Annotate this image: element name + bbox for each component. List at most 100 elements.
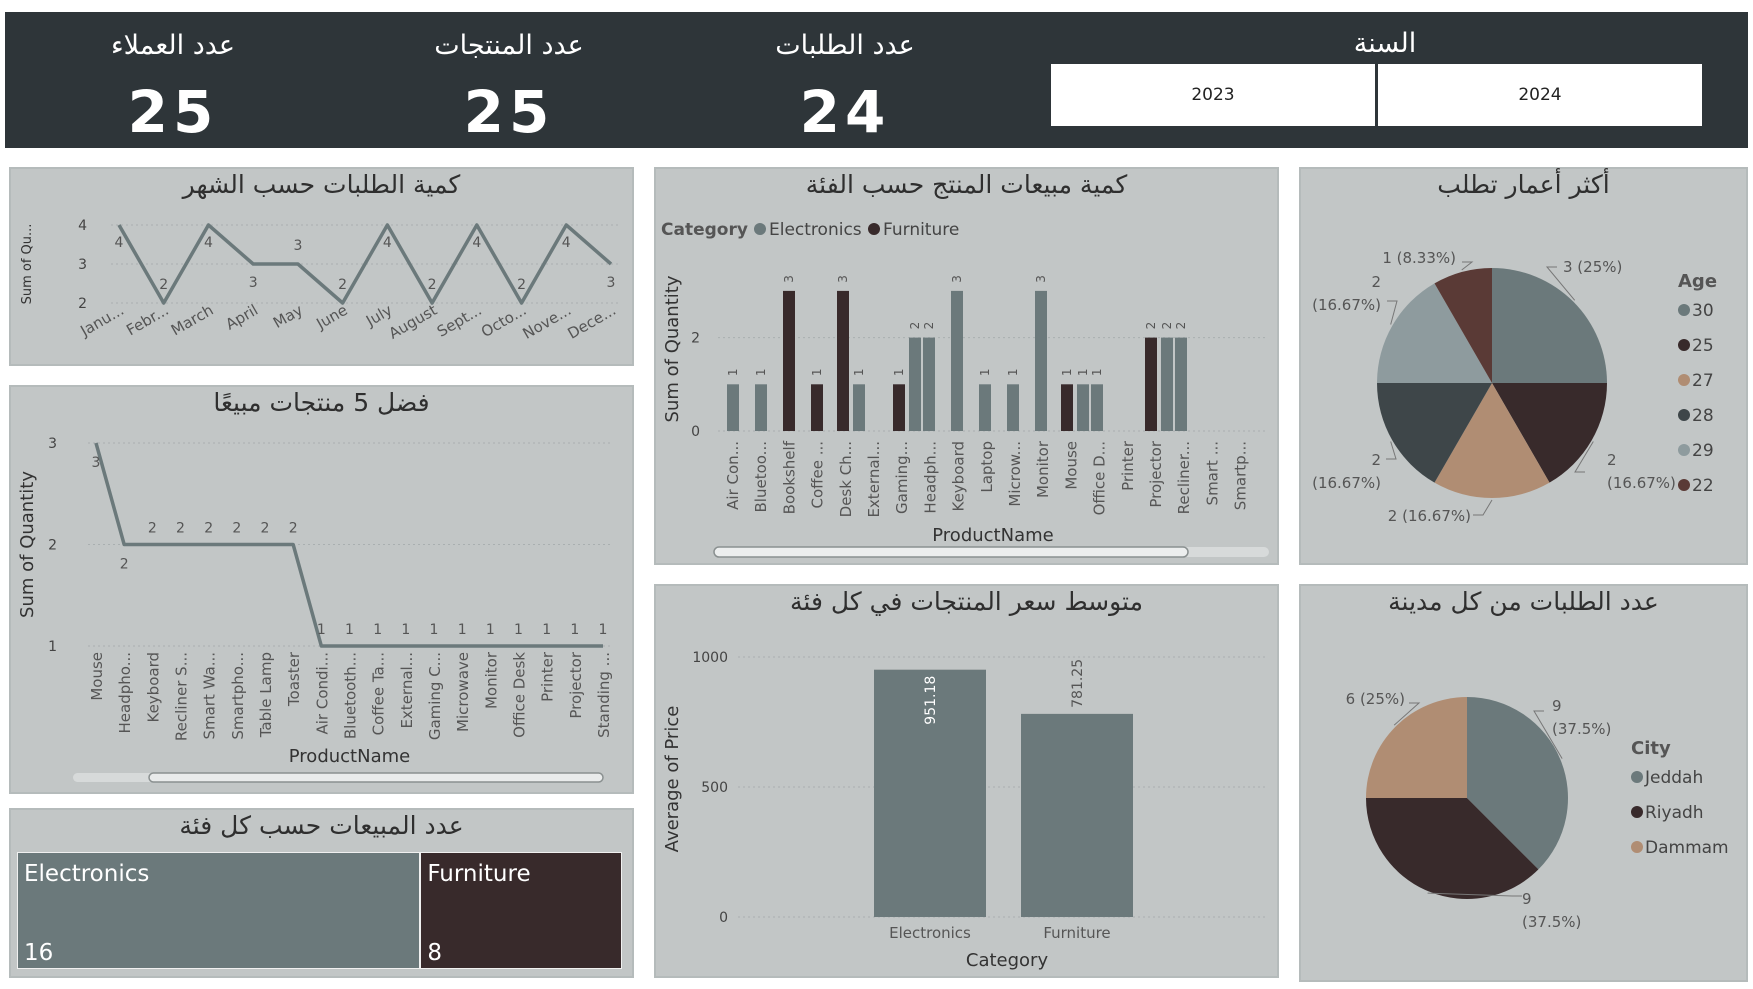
data-label: 1 — [345, 622, 354, 638]
data-label: 1 — [852, 368, 866, 376]
kpi-label: عدد العملاء — [110, 30, 236, 61]
y-tick-label: 2 — [691, 331, 700, 347]
y-axis-title: Sum of Quantity — [17, 471, 38, 618]
data-label: 1 — [430, 622, 439, 638]
y-tick-label: 2 — [78, 296, 87, 312]
legend-label: 22 — [1692, 476, 1714, 496]
data-label: (16.67%) — [1312, 474, 1381, 492]
data-label: 1 — [401, 622, 410, 638]
x-tick-label: Keyboard — [144, 652, 162, 723]
legend-title: Age — [1678, 271, 1717, 292]
data-label: 2 — [204, 521, 213, 537]
legend-marker — [1678, 339, 1690, 351]
data-label: 1 — [1076, 368, 1090, 376]
treemap-tile[interactable]: Furniture 8 — [420, 852, 622, 969]
data-label: 2 — [1144, 322, 1158, 330]
x-tick-label: May — [270, 301, 306, 332]
y-tick-label: 2 — [48, 538, 57, 554]
bar — [727, 384, 739, 431]
bar — [1061, 384, 1073, 431]
y-tick-label: 1000 — [692, 650, 728, 666]
data-label: 4 — [562, 235, 571, 251]
data-label: 2 — [1607, 451, 1617, 469]
x-tick-label: Headpho... — [116, 652, 134, 733]
data-label: 1 — [542, 622, 551, 638]
data-label: 2 — [289, 521, 298, 537]
data-label: 1 — [514, 622, 523, 638]
kpi-value: 25 — [127, 78, 219, 146]
leader-line — [1473, 499, 1493, 516]
data-label: 2 — [176, 521, 185, 537]
x-tick-label: Nove... — [520, 301, 575, 343]
data-label: 3 — [293, 238, 302, 254]
x-tick-label: Bookshelf — [780, 440, 798, 514]
scrollbar-thumb[interactable] — [713, 546, 1189, 558]
kpi-label: عدد المنتجات — [434, 30, 584, 61]
pie-slice — [1492, 268, 1607, 383]
bar — [1091, 384, 1103, 431]
legend-label: 28 — [1692, 406, 1714, 426]
x-tick-label: Microwave — [454, 652, 472, 732]
data-label: 1 — [892, 368, 906, 376]
kpi-value: 25 — [463, 78, 555, 146]
data-label: 2 — [1174, 322, 1188, 330]
data-label: 2 — [261, 521, 270, 537]
x-tick-label: Mouse — [88, 652, 106, 701]
data-label: 9 — [1552, 697, 1562, 715]
x-tick-label: Recliner S... — [173, 652, 191, 741]
data-label: 781.25 — [1070, 659, 1086, 708]
y-tick-label: 3 — [78, 257, 87, 273]
bar — [1175, 337, 1187, 431]
bar — [893, 384, 905, 431]
bar — [1161, 337, 1173, 431]
kpi-orders: عدد الطلبات 24 — [715, 12, 975, 146]
x-axis-title: Category — [966, 950, 1049, 971]
legend-marker — [1678, 444, 1690, 456]
legend-marker — [868, 223, 880, 235]
legend-marker — [1678, 304, 1690, 316]
data-label: 9 — [1522, 890, 1532, 908]
kpi-label: عدد الطلبات — [775, 30, 915, 61]
y-axis-title: Sum of Quantity — [662, 275, 683, 422]
x-tick-label: Smartp... — [1232, 441, 1250, 510]
data-label: 2 — [338, 277, 347, 293]
x-tick-label: External... — [865, 441, 883, 518]
x-tick-label: Toaster — [285, 651, 303, 707]
pie-slice — [1366, 697, 1467, 798]
data-label: 3 — [607, 275, 616, 291]
data-label: 1 — [754, 368, 768, 376]
treemap-tile-label: Electronics — [24, 861, 150, 887]
year-option-2023[interactable]: 2023 — [1051, 64, 1375, 126]
avg-price-panel: متوسط سعر المنتجات في كل فئة 0 500 1000 951… — [654, 584, 1279, 978]
data-label: 2 — [1371, 273, 1381, 291]
leader-line — [1461, 261, 1474, 271]
data-label: (37.5%) — [1552, 720, 1611, 738]
y-tick-label: 1 — [48, 639, 57, 655]
bar — [979, 384, 991, 431]
treemap-tile[interactable]: Electronics 16 — [17, 852, 421, 969]
top-products-chart: 1 2 3 3 2 2 2 2 2 2 2 1 1 1 1 1 1 1 1 1 1 1 Mouse Headpho... Key… — [17, 436, 613, 783]
qty-by-product-chart: 021 13131 12 231 131 1 12 2 2Air Con... Bluetoo..… — [661, 220, 1269, 558]
data-label: 4 — [115, 235, 124, 251]
bar — [853, 384, 865, 431]
scrollbar-thumb[interactable] — [148, 772, 604, 783]
ages-pie-chart: 3 (25%) 2 (16.67%) 2 (16.67%) 2 (16.67%) 2 (16.… — [1312, 249, 1717, 525]
x-tick-label: Electronics — [889, 924, 971, 942]
x-tick-label: Recliner... — [1175, 441, 1193, 514]
bar — [909, 337, 921, 431]
x-tick-label: Smart ... — [1203, 441, 1221, 505]
data-label: 2 — [517, 277, 526, 293]
y-tick-label: 0 — [691, 424, 700, 440]
x-tick-label: Coffee Ta... — [370, 652, 388, 735]
data-label: 2 (16.67%) — [1388, 507, 1471, 525]
data-label: 951.18 — [923, 676, 939, 725]
x-tick-label: Mouse — [1062, 441, 1080, 490]
x-tick-label: Projector — [1147, 440, 1165, 507]
legend-label: Electronics — [769, 220, 862, 240]
data-label: 1 — [486, 622, 495, 638]
x-tick-label: Standing ... — [595, 652, 613, 738]
header-bar: عدد العملاء 25 عدد المنتجات 25 عدد الطلب… — [5, 12, 1748, 148]
year-option-2024[interactable]: 2024 — [1378, 64, 1702, 126]
data-label: 2 — [232, 521, 241, 537]
data-label: 2 — [120, 557, 129, 573]
